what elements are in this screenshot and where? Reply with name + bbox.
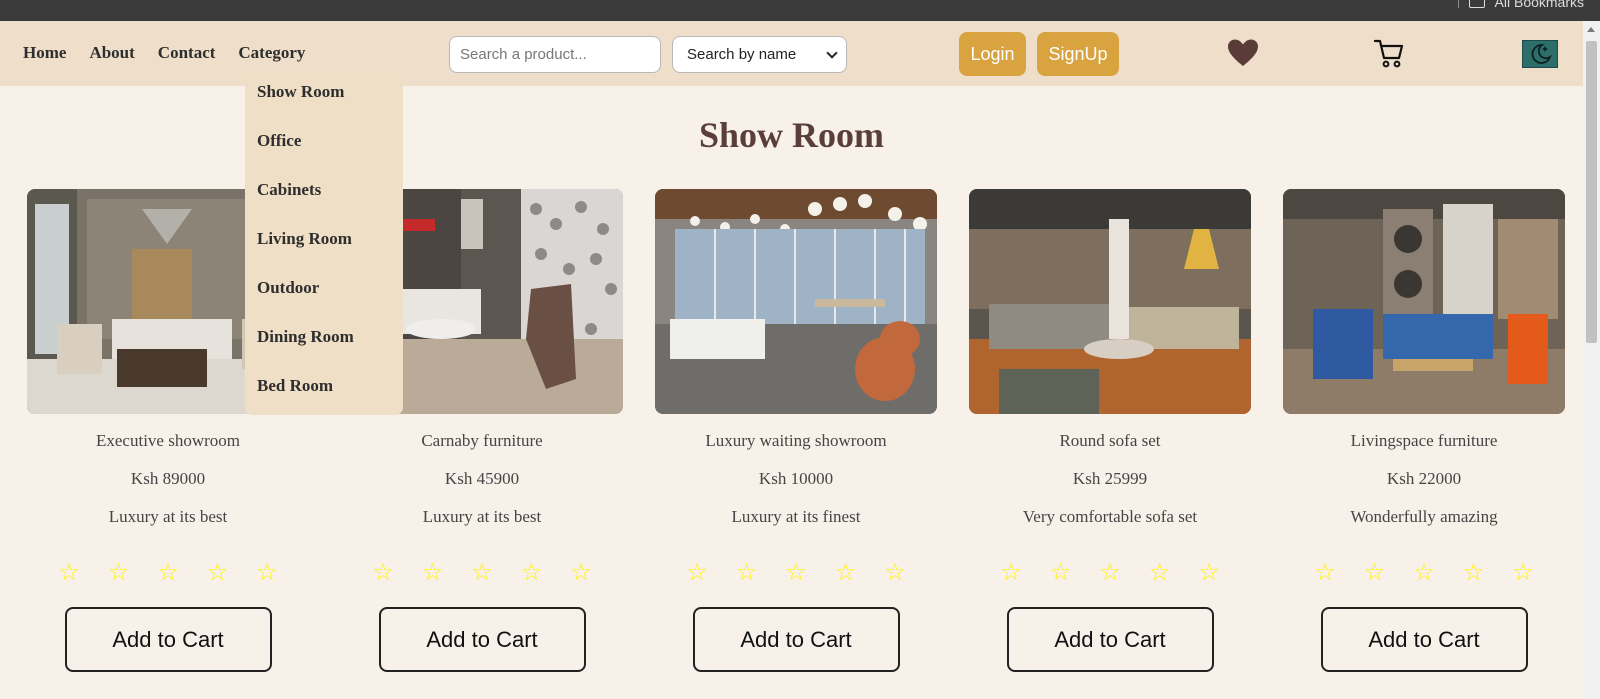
star-icon[interactable]: ☆ — [835, 559, 857, 585]
product-photo[interactable] — [969, 189, 1251, 414]
page-scrollbar[interactable] — [1583, 21, 1600, 699]
product-description: Luxury at its best — [422, 507, 542, 526]
star-icon[interactable]: ☆ — [58, 559, 80, 585]
star-icon[interactable]: ☆ — [1000, 559, 1022, 585]
rating-stars: ☆ ☆ ☆ ☆ ☆ — [27, 559, 309, 585]
product-price: Ksh 22000 — [1386, 469, 1462, 488]
nav-contact-link[interactable]: Contact — [158, 43, 216, 63]
category-dropdown-menu: Show Room Office Cabinets Living Room Ou… — [245, 70, 403, 415]
add-to-cart-button[interactable]: Add to Cart — [1320, 607, 1528, 672]
bookmarks-label: All Bookmarks — [1494, 0, 1584, 10]
category-item-outdoor[interactable]: Outdoor — [257, 278, 319, 298]
category-item-cabinets[interactable]: Cabinets — [257, 180, 321, 200]
nav-about-link[interactable]: About — [89, 43, 134, 63]
rating-stars: ☆ ☆ ☆ ☆ ☆ — [341, 559, 623, 585]
star-icon[interactable]: ☆ — [1364, 559, 1386, 585]
product-photo[interactable] — [1283, 189, 1565, 414]
category-item-bed-room[interactable]: Bed Room — [257, 376, 333, 396]
product-description: Luxury at its best — [108, 507, 228, 526]
star-icon[interactable]: ☆ — [1198, 559, 1220, 585]
product-card: Luxury waiting showroom Ksh 10000 Luxury… — [655, 189, 937, 672]
bookmarks-button[interactable]: All Bookmarks — [1457, 0, 1584, 10]
cart-icon[interactable] — [1373, 38, 1405, 68]
star-icon[interactable]: ☆ — [1413, 559, 1435, 585]
rating-stars: ☆ ☆ ☆ ☆ ☆ — [1283, 559, 1565, 585]
category-item-show-room[interactable]: Show Room — [257, 82, 344, 102]
product-description: Very comfortable sofa set — [1022, 507, 1198, 526]
browser-bookmarks-bar: All Bookmarks — [0, 0, 1600, 21]
star-icon[interactable]: ☆ — [471, 559, 493, 585]
star-icon[interactable]: ☆ — [1314, 559, 1336, 585]
product-photo[interactable] — [655, 189, 937, 414]
nav-links: Home About Contact Category — [23, 43, 305, 63]
section-title: Show Room — [698, 115, 885, 155]
star-icon[interactable]: ☆ — [1099, 559, 1121, 585]
product-price: Ksh 25999 — [1072, 469, 1148, 488]
search-mode-value: Search by name — [687, 46, 797, 63]
product-price: Ksh 89000 — [130, 469, 206, 488]
add-to-cart-button[interactable]: Add to Cart — [1006, 607, 1214, 672]
heart-icon[interactable] — [1227, 38, 1259, 68]
add-to-cart-button[interactable]: Add to Cart — [64, 607, 272, 672]
star-icon[interactable]: ☆ — [884, 559, 906, 585]
star-icon[interactable]: ☆ — [686, 559, 708, 585]
star-icon[interactable]: ☆ — [785, 559, 807, 585]
search-mode-select[interactable]: Search by name — [672, 36, 847, 73]
star-icon[interactable]: ☆ — [157, 559, 179, 585]
scroll-up-arrow[interactable] — [1587, 27, 1595, 32]
product-description: Wonderfully amazing — [1350, 507, 1498, 526]
star-icon[interactable]: ☆ — [422, 559, 444, 585]
product-card: Livingspace furniture Ksh 22000 Wonderfu… — [1283, 189, 1565, 672]
product-price: Ksh 45900 — [444, 469, 520, 488]
star-icon[interactable]: ☆ — [256, 559, 278, 585]
rating-stars: ☆ ☆ ☆ ☆ ☆ — [969, 559, 1251, 585]
star-icon[interactable]: ☆ — [372, 559, 394, 585]
product-description: Luxury at its finest — [731, 507, 861, 526]
product-name: Round sofa set — [1059, 431, 1161, 450]
star-icon[interactable]: ☆ — [736, 559, 758, 585]
category-item-living-room[interactable]: Living Room — [257, 229, 352, 249]
folder-icon — [1468, 0, 1485, 8]
product-search-input[interactable] — [449, 36, 661, 73]
star-icon[interactable]: ☆ — [207, 559, 229, 585]
star-icon[interactable]: ☆ — [1050, 559, 1072, 585]
star-icon[interactable]: ☆ — [570, 559, 592, 585]
add-to-cart-button[interactable]: Add to Cart — [378, 607, 586, 672]
product-card: Round sofa set Ksh 25999 Very comfortabl… — [969, 189, 1251, 672]
chevron-down-icon — [826, 46, 838, 59]
star-icon[interactable]: ☆ — [1512, 559, 1534, 585]
product-name: Luxury waiting showroom — [705, 431, 887, 450]
signup-button[interactable]: SignUp — [1037, 32, 1119, 76]
scrollbar-thumb[interactable] — [1586, 41, 1597, 343]
star-icon[interactable]: ☆ — [521, 559, 543, 585]
add-to-cart-button[interactable]: Add to Cart — [692, 607, 900, 672]
rating-stars: ☆ ☆ ☆ ☆ ☆ — [655, 559, 937, 585]
product-price: Ksh 10000 — [758, 469, 834, 488]
product-name: Carnaby furniture — [421, 431, 543, 450]
theme-toggle-button[interactable] — [1522, 40, 1558, 68]
product-name: Executive showroom — [96, 431, 240, 450]
star-icon[interactable]: ☆ — [1463, 559, 1485, 585]
nav-home-link[interactable]: Home — [23, 43, 66, 63]
login-button[interactable]: Login — [959, 32, 1026, 76]
category-item-office[interactable]: Office — [257, 131, 301, 151]
product-name: Livingspace furniture — [1350, 431, 1498, 450]
nav-category-link[interactable]: Category — [238, 43, 305, 63]
bookmarks-separator — [1457, 0, 1459, 8]
moon-icon — [1531, 44, 1552, 64]
star-icon[interactable]: ☆ — [1149, 559, 1171, 585]
star-icon[interactable]: ☆ — [108, 559, 130, 585]
category-item-dining-room[interactable]: Dining Room — [257, 327, 354, 347]
